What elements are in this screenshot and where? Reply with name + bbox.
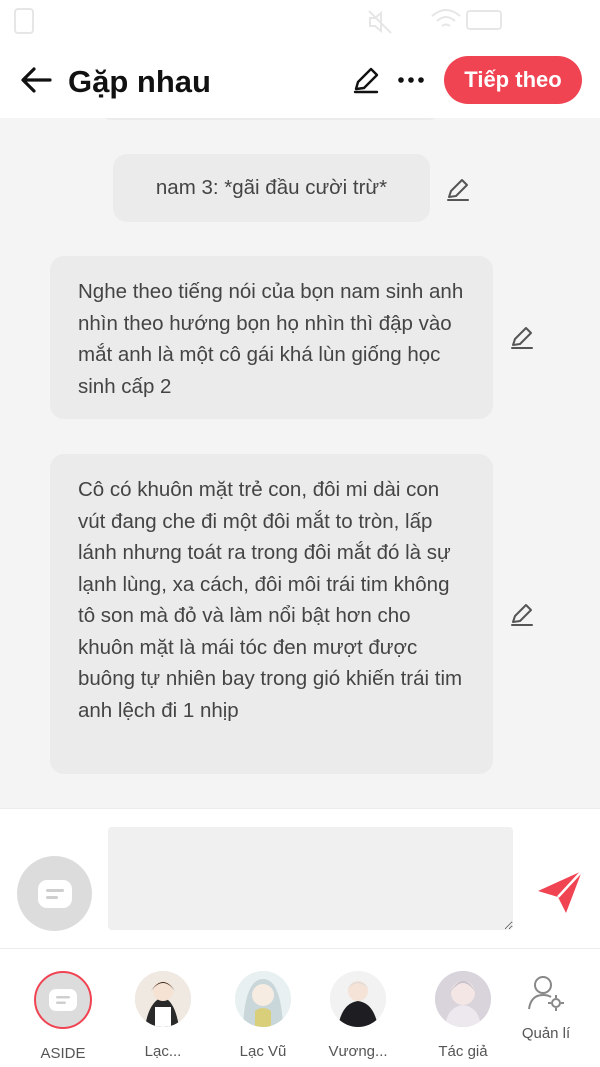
message-bubble[interactable]: nam 3: *gãi đầu cười trừ* — [113, 154, 430, 222]
message-bubble[interactable]: Cô có khuôn mặt trẻ con, đôi mi dài con … — [50, 454, 493, 774]
manage-button[interactable]: Quản lí — [501, 973, 591, 1042]
aside-avatar — [34, 971, 92, 1029]
mute-icon — [368, 10, 392, 34]
pencil-icon[interactable] — [508, 323, 536, 351]
sim-icon — [14, 8, 34, 34]
avatar — [235, 971, 291, 1027]
character-lac-vu[interactable]: Lạc Vũ — [218, 971, 308, 1060]
message-composer — [0, 808, 600, 948]
character-label: Lạc... — [144, 1043, 182, 1060]
wifi-icon — [431, 9, 461, 27]
pencil-icon[interactable] — [508, 600, 536, 628]
pencil-icon[interactable] — [444, 175, 472, 203]
page-title: Gặp nhau — [68, 64, 211, 99]
chat-area[interactable]: nam 3: *gãi đầu cười trừ* Nghe theo tiến… — [0, 118, 600, 808]
status-bar — [0, 0, 600, 44]
send-icon[interactable] — [536, 869, 584, 915]
character-lac[interactable]: Lạc... — [118, 971, 208, 1060]
message-input[interactable] — [108, 827, 513, 930]
next-button[interactable]: Tiếp theo — [444, 56, 582, 104]
character-aside[interactable]: ASIDE — [18, 971, 108, 1062]
previous-message — [100, 118, 440, 120]
character-label: Lạc Vũ — [239, 1043, 287, 1060]
character-label: Quản lí — [521, 1025, 571, 1042]
character-bar: ASIDE Lạc... Lạc Vũ Vương... Tác giả Quả… — [0, 948, 600, 1067]
aside-toggle-button[interactable] — [17, 856, 92, 931]
message-text: Nghe theo tiếng nói của bọn nam sinh anh… — [78, 280, 464, 398]
battery-icon — [466, 10, 502, 30]
avatar — [330, 971, 386, 1027]
character-label: ASIDE — [40, 1045, 86, 1062]
character-tac-gia[interactable]: Tác giả — [418, 971, 508, 1060]
message-bubble[interactable]: Nghe theo tiếng nói của bọn nam sinh anh… — [50, 256, 493, 419]
message-text: Cô có khuôn mặt trẻ con, đôi mi dài con … — [78, 478, 463, 722]
character-label: Tác giả — [438, 1043, 488, 1060]
user-settings-icon — [528, 976, 564, 1011]
avatar — [435, 971, 491, 1027]
more-icon[interactable] — [396, 64, 426, 96]
pencil-icon[interactable] — [350, 64, 382, 96]
back-arrow-icon[interactable] — [18, 62, 54, 98]
aside-icon — [49, 989, 77, 1011]
message-text: nam 3: *gãi đầu cười trừ* — [155, 176, 388, 200]
character-label: Vương... — [328, 1043, 388, 1060]
top-app-bar: Gặp nhau Tiếp theo — [0, 44, 600, 118]
character-vuong[interactable]: Vương... — [313, 971, 403, 1060]
aside-icon — [37, 879, 72, 908]
avatar — [135, 971, 191, 1027]
